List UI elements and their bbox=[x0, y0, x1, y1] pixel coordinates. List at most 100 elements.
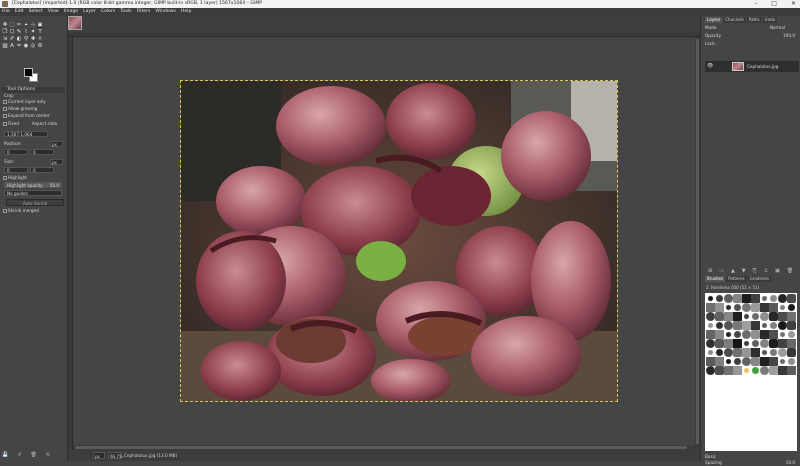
opacity-row[interactable]: Opacity 100.0 bbox=[705, 33, 799, 39]
tab-channels[interactable]: Channels bbox=[723, 17, 746, 23]
brush-preview[interactable] bbox=[733, 366, 742, 375]
brush-preview[interactable] bbox=[769, 366, 778, 375]
image-tab-thumbnail[interactable] bbox=[68, 16, 82, 30]
brush-preview[interactable] bbox=[751, 339, 760, 348]
brush-preview[interactable] bbox=[706, 312, 715, 321]
zoom-select[interactable]: 66.7% bbox=[108, 452, 123, 459]
maximize-button[interactable]: □ bbox=[771, 0, 777, 8]
brush-preview[interactable] bbox=[715, 348, 724, 357]
ellipse-select-tool-icon[interactable]: ⚪ bbox=[37, 36, 43, 42]
reset-options-icon[interactable]: ⟲ bbox=[46, 452, 50, 458]
brush-preview[interactable] bbox=[769, 348, 778, 357]
brush-preview[interactable] bbox=[724, 303, 733, 312]
brush-preview[interactable] bbox=[742, 303, 751, 312]
brush-preview[interactable] bbox=[715, 357, 724, 366]
fixed-checkbox[interactable] bbox=[3, 122, 7, 126]
brush-preview[interactable] bbox=[706, 339, 715, 348]
brush-preview[interactable] bbox=[778, 303, 787, 312]
shrink-merged-checkbox[interactable] bbox=[3, 209, 7, 213]
brush-preview[interactable] bbox=[787, 303, 796, 312]
position-unit-select[interactable]: px bbox=[50, 141, 63, 147]
fixed-mode-select[interactable]: Aspect ratio bbox=[32, 121, 57, 127]
highlight-option[interactable]: Highlight bbox=[2, 175, 63, 181]
expand-from-center-checkbox[interactable] bbox=[3, 114, 7, 118]
brush-preview[interactable] bbox=[742, 294, 751, 303]
brush-preview[interactable] bbox=[787, 330, 796, 339]
delete-layer-icon[interactable]: 🗑 bbox=[787, 268, 793, 274]
brush-preview[interactable] bbox=[742, 330, 751, 339]
brush-preview[interactable] bbox=[769, 321, 778, 330]
dodge-tool-icon[interactable]: ◐ bbox=[16, 36, 22, 42]
brush-preview[interactable] bbox=[706, 321, 715, 330]
allow-growing-option[interactable]: Allow growing bbox=[2, 106, 63, 112]
brush-preview[interactable] bbox=[724, 339, 733, 348]
brush-preview[interactable] bbox=[778, 321, 787, 330]
brush-preview[interactable] bbox=[760, 348, 769, 357]
brush-preview[interactable] bbox=[715, 312, 724, 321]
anchor-layer-icon[interactable]: ⚓ bbox=[764, 268, 768, 274]
brush-preview[interactable] bbox=[706, 294, 715, 303]
brush-preview[interactable] bbox=[751, 294, 760, 303]
auto-shrink-button[interactable]: Auto Shrink bbox=[6, 199, 64, 206]
ratio-field[interactable]: 1,567:1,064 bbox=[4, 131, 48, 137]
paintbrush-tool-icon[interactable]: ✐ bbox=[9, 36, 15, 42]
brush-preview[interactable] bbox=[751, 312, 760, 321]
highlight-checkbox[interactable] bbox=[3, 176, 7, 180]
brush-preview[interactable] bbox=[778, 348, 787, 357]
brush-preview[interactable] bbox=[733, 330, 742, 339]
brush-preview[interactable] bbox=[715, 339, 724, 348]
brush-grid[interactable] bbox=[705, 293, 797, 451]
brush-preview[interactable] bbox=[769, 339, 778, 348]
brush-preview[interactable] bbox=[733, 312, 742, 321]
tab-paths[interactable]: Paths bbox=[746, 17, 762, 23]
brush-preview[interactable] bbox=[706, 303, 715, 312]
brush-preview[interactable] bbox=[778, 294, 787, 303]
brush-preview[interactable] bbox=[769, 312, 778, 321]
heal-tool-icon[interactable]: ✦ bbox=[30, 29, 36, 35]
brush-preview[interactable] bbox=[769, 294, 778, 303]
crop-tool-icon[interactable]: ▣ bbox=[37, 22, 43, 28]
opacity-value[interactable]: 100.0 bbox=[783, 33, 795, 39]
brush-preview[interactable] bbox=[778, 339, 787, 348]
brush-preview[interactable] bbox=[724, 357, 733, 366]
brush-preview[interactable] bbox=[751, 303, 760, 312]
tab-patterns[interactable]: Patterns bbox=[726, 276, 747, 282]
brush-preview[interactable] bbox=[760, 339, 769, 348]
brush-preview[interactable] bbox=[733, 348, 742, 357]
size-unit-select[interactable]: px bbox=[50, 159, 63, 165]
new-layer-icon[interactable]: ▭ bbox=[719, 268, 724, 274]
new-layer-group-icon[interactable]: ⊞ bbox=[708, 268, 712, 274]
position-x-field[interactable]: 0 bbox=[4, 149, 28, 155]
brush-preview[interactable] bbox=[706, 366, 715, 375]
free-select-tool-icon[interactable]: ⬡ bbox=[9, 29, 15, 35]
brush-preview[interactable] bbox=[733, 303, 742, 312]
color-picker-tool-icon[interactable]: ◎ bbox=[30, 43, 36, 49]
brush-preview[interactable] bbox=[715, 303, 724, 312]
menu-image[interactable]: Image bbox=[64, 8, 78, 16]
measure-tool-icon[interactable]: ✚ bbox=[30, 36, 36, 42]
fg-bg-color-selector[interactable] bbox=[24, 68, 38, 82]
lower-layer-icon[interactable]: ▼ bbox=[742, 268, 746, 274]
brush-preview[interactable] bbox=[742, 321, 751, 330]
smudge-tool-icon[interactable]: ♒ bbox=[16, 43, 22, 49]
visibility-eye-icon[interactable]: 👁 bbox=[707, 63, 713, 69]
brush-preview[interactable] bbox=[724, 294, 733, 303]
brush-preview[interactable] bbox=[760, 330, 769, 339]
position-y-field[interactable]: 0 bbox=[30, 149, 54, 155]
brush-preview[interactable] bbox=[706, 330, 715, 339]
tab-layers[interactable]: Layers bbox=[705, 17, 723, 23]
minimize-button[interactable]: – bbox=[754, 0, 757, 8]
brush-preview[interactable] bbox=[715, 321, 724, 330]
text-tool-icon[interactable]: T bbox=[37, 29, 43, 35]
move-tool-icon[interactable]: ✥ bbox=[2, 22, 8, 28]
warp-tool-icon[interactable]: ⌇ bbox=[23, 29, 29, 35]
brush-preview[interactable] bbox=[733, 357, 742, 366]
raise-layer-icon[interactable]: ▲ bbox=[731, 268, 735, 274]
mask-layer-icon[interactable]: ▣ bbox=[775, 268, 780, 274]
current-layer-only-checkbox[interactable] bbox=[3, 100, 7, 104]
allow-growing-checkbox[interactable] bbox=[3, 107, 7, 111]
brush-preview[interactable] bbox=[751, 366, 760, 375]
brush-preview[interactable] bbox=[724, 330, 733, 339]
brush-preview[interactable] bbox=[751, 330, 760, 339]
brush-preview[interactable] bbox=[715, 366, 724, 375]
